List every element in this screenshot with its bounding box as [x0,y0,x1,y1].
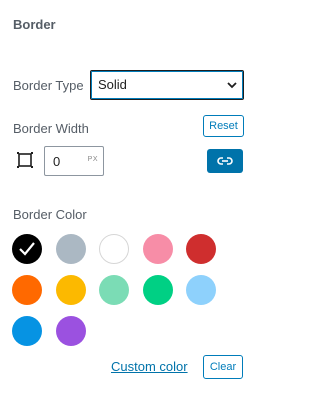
check-icon [19,242,35,256]
chevron-down-icon [227,82,237,89]
color-swatch-black[interactable] [12,234,42,264]
color-swatch-pale-pink[interactable] [142,234,173,264]
border-width-label: Border Width [13,121,89,136]
color-swatch-pale-cyan-blue[interactable] [186,275,216,305]
unit-label: PX [87,156,98,163]
color-swatch-luminous-vivid-orange[interactable] [12,275,42,305]
border-type-label: Border Type [13,78,84,93]
clear-button[interactable]: Clear [203,355,243,379]
link-sides-button[interactable] [207,149,243,173]
color-swatch-white[interactable] [99,234,129,264]
color-swatch-light-green-cyan[interactable] [99,275,129,305]
reset-button[interactable]: Reset [203,115,244,137]
border-color-label: Border Color [13,207,87,222]
border-type-value: Solid [98,77,127,92]
color-swatch-vivid-green-cyan[interactable] [142,275,173,305]
color-swatch-luminous-vivid-amber[interactable] [55,275,86,305]
color-swatch-gray[interactable] [55,234,86,264]
border-width-value: 0 [53,154,61,169]
color-swatch-vivid-cyan-blue[interactable] [12,316,42,346]
border-width-input[interactable]: 0 PX [44,146,104,176]
border-width-icon [17,152,33,168]
panel-title: Border [13,17,56,32]
border-type-select[interactable]: Solid [90,70,244,100]
color-swatch-vivid-purple[interactable] [55,316,86,346]
color-swatch-vivid-red[interactable] [186,234,216,264]
custom-color-link[interactable]: Custom color [111,359,188,374]
link-icon [217,157,233,165]
